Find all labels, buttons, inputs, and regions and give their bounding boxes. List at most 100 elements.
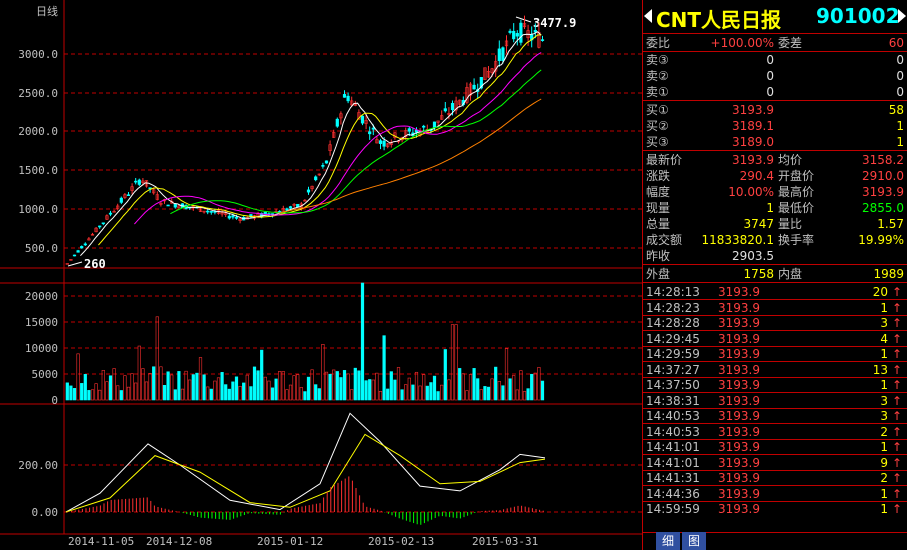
volume-bar	[432, 375, 437, 401]
volume-bar	[494, 366, 498, 401]
candle-body	[126, 194, 131, 196]
outer-inner-row: 外盘 1758 内盘 1989	[646, 267, 904, 281]
buy2-row: 买② 3189.1 1	[646, 119, 904, 133]
tick-arrow-icon: ↑	[891, 393, 902, 408]
candle-body	[450, 102, 455, 111]
tick-row: 14:37:27 3193.9 13 ↑	[646, 362, 904, 378]
prev-arrow-icon[interactable]	[644, 9, 652, 23]
volume-bar	[328, 373, 332, 401]
candle-body	[231, 215, 235, 218]
candle-body	[101, 222, 105, 225]
candle-body	[206, 210, 210, 213]
weibi-row: 委比 +100.00% 委差 60	[646, 36, 904, 50]
vol-axis-label: 15000	[25, 316, 58, 329]
volume-bar	[195, 372, 199, 401]
volume-bar	[231, 381, 235, 401]
title-bar: CNT人民日报 901002	[642, 0, 907, 32]
price-axis-label: 3000.0	[18, 48, 58, 61]
tick-price: 3193.9	[718, 471, 760, 485]
volume-bar	[152, 366, 156, 401]
candle-body	[501, 47, 505, 61]
vol-axis-label: 10000	[25, 342, 58, 355]
cur-vol-row: 现量 1 最低价 2855.0	[646, 201, 904, 215]
quote-panel: CNT人民日报 901002 委比 +100.00% 委差 60 卖③ 0 0 …	[642, 0, 907, 550]
candle-body	[324, 160, 329, 164]
candle-body	[540, 39, 545, 41]
tick-row: 14:40:53 3193.9 2 ↑	[646, 424, 904, 440]
tick-arrow-icon: ↑	[891, 455, 902, 470]
tick-time: 14:37:27	[646, 362, 700, 377]
volume-bar	[393, 379, 397, 401]
volume-bar	[317, 388, 321, 401]
tick-volume: 13	[872, 362, 888, 377]
volume-bar	[476, 378, 480, 401]
tick-arrow-icon: ↑	[891, 486, 902, 501]
tick-volume: 1	[880, 502, 888, 516]
volume-bar	[357, 370, 361, 401]
tick-price: 3193.9	[718, 502, 760, 516]
candle-body	[285, 208, 289, 211]
tick-price: 3193.9	[718, 300, 760, 315]
tick-row: 14:41:01 3193.9 9 ↑	[646, 455, 904, 471]
price-axis-label: 500.0	[25, 242, 58, 255]
period-label: 日线	[36, 4, 58, 18]
buy3-row: 买③ 3189.0 1	[646, 135, 904, 149]
tick-price: 3193.9	[718, 331, 760, 346]
volume-bar	[274, 378, 278, 401]
candle-body	[119, 197, 123, 203]
tab-chart[interactable]: 图	[682, 532, 707, 550]
candle-body	[263, 211, 267, 215]
tick-price: 3193.9	[718, 455, 760, 470]
vol-axis-label: 20000	[25, 290, 58, 303]
tick-time: 14:59:59	[646, 502, 700, 516]
volume-bar	[80, 383, 84, 401]
volume-bar	[411, 384, 415, 401]
candle-body	[360, 115, 365, 124]
candle-body	[335, 118, 339, 127]
tick-row: 14:37:50 3193.9 1 ↑	[646, 377, 904, 393]
volume-bar	[256, 370, 260, 401]
tick-time: 14:40:53	[646, 424, 700, 439]
candle-body	[508, 30, 512, 33]
tick-volume: 2	[880, 471, 888, 485]
tick-volume: 4	[880, 331, 888, 346]
tick-arrow-icon: ↑	[891, 316, 902, 330]
tick-price: 3193.9	[718, 393, 760, 408]
tick-arrow-icon: ↑	[891, 362, 902, 377]
tick-price: 3193.9	[718, 362, 760, 377]
tick-arrow-icon: ↑	[891, 502, 902, 516]
tick-price: 3193.9	[718, 378, 760, 392]
volume-bar	[386, 388, 390, 401]
next-arrow-icon[interactable]	[898, 9, 906, 23]
sell3-row: 卖③ 0 0	[646, 53, 904, 67]
volume-bar	[303, 391, 307, 401]
tick-arrow-icon: ↑	[891, 424, 902, 439]
candle-body	[422, 125, 426, 128]
kline-chart-area[interactable]: 日线 3000.0 2500.0 2000.0 1500.0 1000.0 50…	[0, 0, 642, 550]
tick-volume: 9	[880, 455, 888, 470]
volume-bar	[486, 386, 491, 401]
candle-body	[378, 140, 383, 144]
tick-time: 14:38:31	[646, 393, 700, 408]
total-row: 总量 3747 量比 1.57	[646, 217, 904, 231]
volume-bar	[389, 371, 393, 401]
volume-bar	[540, 380, 545, 401]
tick-arrow-icon: ↑	[891, 440, 902, 454]
tick-row: 14:59:59 3193.9 1 ↑	[646, 501, 904, 517]
volume-bar	[209, 388, 213, 401]
volume-bar	[360, 282, 365, 401]
tick-price: 3193.9	[718, 316, 760, 330]
date-label: 2014-11-05	[68, 535, 134, 548]
volume-bar	[108, 375, 113, 401]
stock-code: 901002	[816, 4, 900, 28]
vol-axis-label: 0	[51, 394, 58, 407]
candle-body	[533, 30, 537, 33]
tab-detail[interactable]: 细	[656, 532, 681, 550]
volume-bar	[173, 389, 177, 401]
tick-volume: 2	[880, 424, 888, 439]
volume-bar	[458, 368, 462, 401]
tick-time: 14:41:31	[646, 471, 700, 485]
candle-body	[80, 246, 84, 249]
stock-name: CNT人民日报	[656, 8, 782, 32]
tick-volume: 3	[880, 393, 888, 408]
